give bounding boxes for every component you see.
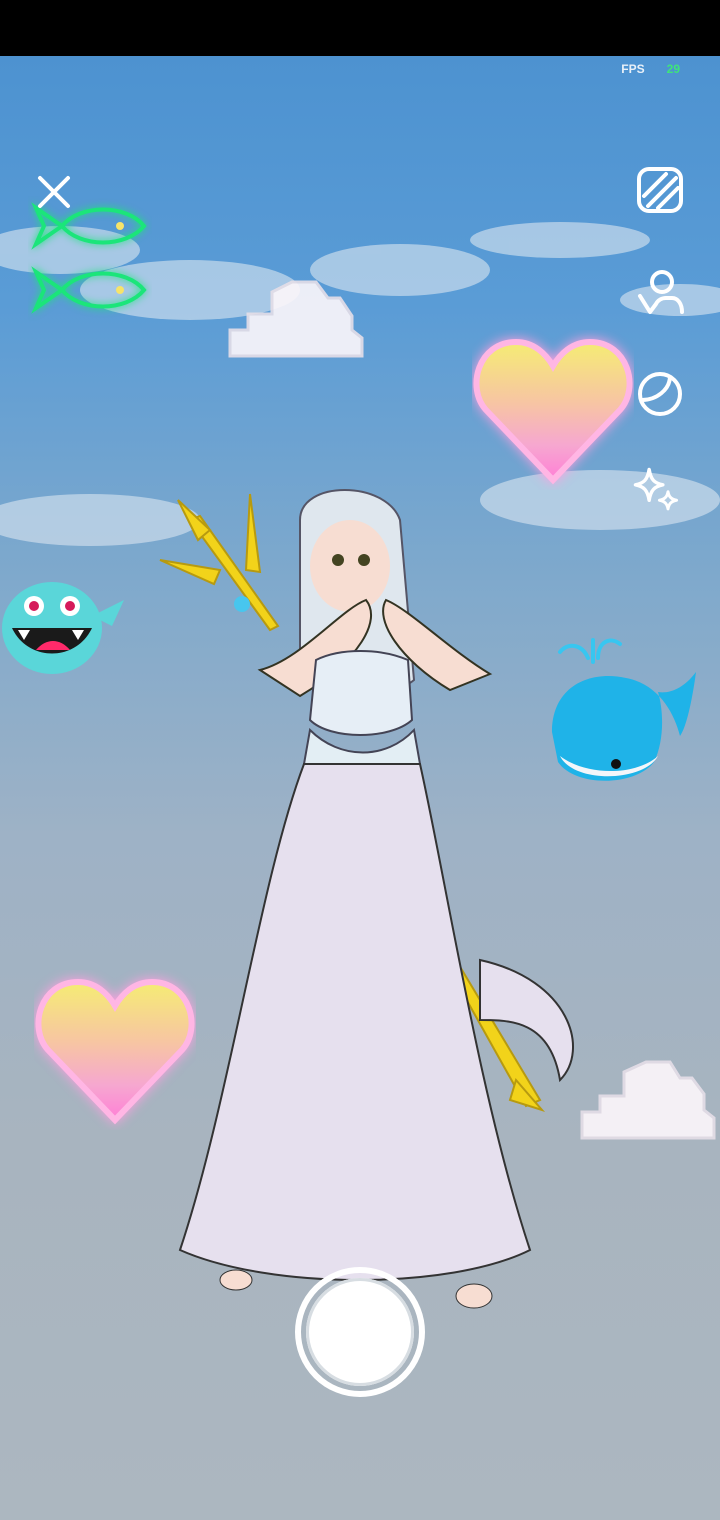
close-icon xyxy=(38,176,70,208)
cloud-sticker xyxy=(228,280,364,358)
capture-button-inner xyxy=(306,1278,414,1386)
filter-icon xyxy=(638,372,682,416)
aspect-ratio-icon xyxy=(637,167,683,213)
avatar-pose-icon xyxy=(638,270,684,314)
close-button[interactable] xyxy=(32,170,76,214)
sparkle-effects-icon xyxy=(633,467,679,511)
neon-fish-sticker xyxy=(31,202,147,314)
avatar-pose-button[interactable] xyxy=(636,268,684,316)
status-bar xyxy=(0,0,720,56)
capture-button[interactable] xyxy=(295,1267,425,1397)
fps-value: 29 xyxy=(666,62,680,76)
fps-label: FPS xyxy=(621,62,645,76)
filter-button[interactable] xyxy=(636,370,684,418)
avatar-character xyxy=(159,489,574,1309)
aspect-ratio-button[interactable] xyxy=(636,166,684,214)
effects-button[interactable] xyxy=(632,466,680,514)
monster-sticker xyxy=(2,582,124,674)
cloud-sticker xyxy=(580,1060,716,1140)
fps-counter: FPS 29 xyxy=(621,62,680,76)
